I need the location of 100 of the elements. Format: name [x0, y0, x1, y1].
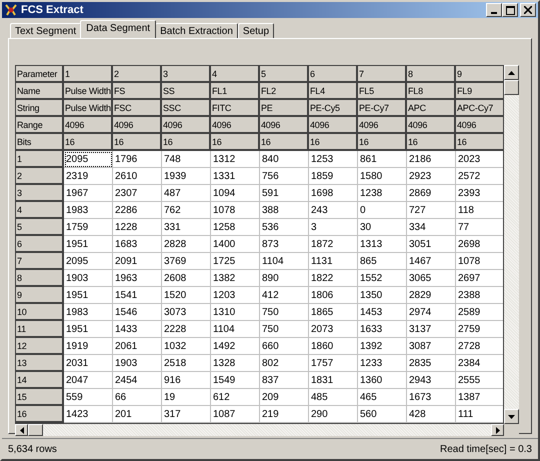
table-cell[interactable]: 1392 — [358, 338, 407, 355]
table-cell[interactable]: 1104 — [260, 253, 309, 270]
table-cell[interactable]: 1131 — [309, 253, 358, 270]
table-cell[interactable]: 428 — [407, 406, 456, 423]
table-cell[interactable]: 1865 — [309, 304, 358, 321]
table-cell[interactable]: 2091 — [113, 253, 162, 270]
table-cell[interactable]: 1683 — [113, 236, 162, 253]
table-cell[interactable]: 334 — [407, 219, 456, 236]
table-cell[interactable]: 2047 — [64, 372, 113, 389]
table-cell[interactable]: 2454 — [113, 372, 162, 389]
table-cell[interactable]: 2061 — [113, 338, 162, 355]
table-cell[interactable]: 219 — [260, 406, 309, 423]
scroll-thumb[interactable] — [28, 424, 43, 436]
table-cell[interactable]: 1963 — [113, 270, 162, 287]
table-cell[interactable]: 1313 — [358, 236, 407, 253]
table-cell[interactable]: 1467 — [407, 253, 456, 270]
table-cell[interactable]: 2186 — [407, 151, 456, 168]
table-cell[interactable]: 1796 — [113, 151, 162, 168]
table-cell[interactable]: 3087 — [407, 338, 456, 355]
table-cell[interactable]: 1382 — [211, 270, 260, 287]
table-cell[interactable]: 412 — [260, 287, 309, 304]
table-cell[interactable]: 2073 — [309, 321, 358, 338]
table-cell[interactable]: 536 — [260, 219, 309, 236]
tab[interactable]: Text Segment — [10, 23, 82, 38]
table-cell[interactable]: 1759 — [64, 219, 113, 236]
table-cell[interactable]: 756 — [260, 168, 309, 185]
table-cell[interactable]: 1520 — [162, 287, 211, 304]
table-cell[interactable]: 1549 — [211, 372, 260, 389]
table-cell[interactable]: 1492 — [211, 338, 260, 355]
table-cell[interactable]: 2923 — [407, 168, 456, 185]
table-cell[interactable]: 890 — [260, 270, 309, 287]
table-cell[interactable]: 1238 — [358, 185, 407, 202]
scroll-thumb[interactable] — [504, 80, 519, 95]
table-cell[interactable]: 1258 — [211, 219, 260, 236]
tab[interactable]: Data Segment — [80, 20, 156, 38]
table-cell[interactable]: 916 — [162, 372, 211, 389]
table-cell[interactable]: 1859 — [309, 168, 358, 185]
table-cell[interactable]: 290 — [309, 406, 358, 423]
table-cell[interactable]: 2319 — [64, 168, 113, 185]
table-cell[interactable]: 1822 — [309, 270, 358, 287]
horizontal-scrollbar[interactable] — [15, 424, 504, 436]
table-cell[interactable]: 559 — [64, 389, 113, 406]
table-cell[interactable]: 748 — [162, 151, 211, 168]
table-cell[interactable]: 2869 — [407, 185, 456, 202]
table-cell[interactable]: 1951 — [64, 236, 113, 253]
table-cell[interactable]: 0 — [358, 202, 407, 219]
table-cell[interactable]: 30 — [358, 219, 407, 236]
table-cell[interactable]: 2828 — [162, 236, 211, 253]
table-cell[interactable]: 2518 — [162, 355, 211, 372]
table-cell[interactable]: 2974 — [407, 304, 456, 321]
table-cell[interactable]: 1903 — [64, 270, 113, 287]
table-cell[interactable]: 612 — [211, 389, 260, 406]
table-cell[interactable]: 660 — [260, 338, 309, 355]
table-cell[interactable]: 1310 — [211, 304, 260, 321]
table-cell[interactable]: 1228 — [113, 219, 162, 236]
maximize-button[interactable] — [502, 3, 518, 17]
table-cell[interactable]: 591 — [260, 185, 309, 202]
table-cell[interactable]: 1453 — [358, 304, 407, 321]
table-cell[interactable]: 1806 — [309, 287, 358, 304]
table-cell[interactable]: 1939 — [162, 168, 211, 185]
table-cell[interactable]: 1400 — [211, 236, 260, 253]
table-cell[interactable]: 1698 — [309, 185, 358, 202]
vertical-scrollbar[interactable] — [504, 65, 519, 424]
table-cell[interactable]: 2608 — [162, 270, 211, 287]
table-cell[interactable]: 1872 — [309, 236, 358, 253]
table-cell[interactable]: 66 — [113, 389, 162, 406]
table-cell[interactable]: 1951 — [64, 287, 113, 304]
table-cell[interactable]: 1633 — [358, 321, 407, 338]
table-cell[interactable]: 2095 — [64, 151, 113, 168]
table-cell[interactable]: 750 — [260, 321, 309, 338]
table-cell[interactable]: 1423 — [64, 406, 113, 423]
table-cell[interactable]: 2943 — [407, 372, 456, 389]
table-cell[interactable]: 1831 — [309, 372, 358, 389]
table-cell[interactable]: 560 — [358, 406, 407, 423]
table-cell[interactable]: 2307 — [113, 185, 162, 202]
minimize-button[interactable] — [486, 3, 502, 17]
tab[interactable]: Setup — [238, 23, 274, 38]
table-cell[interactable]: 1541 — [113, 287, 162, 304]
table-cell[interactable]: 2835 — [407, 355, 456, 372]
table-cell[interactable]: 1580 — [358, 168, 407, 185]
table-cell[interactable]: 873 — [260, 236, 309, 253]
table-cell[interactable]: 1967 — [64, 185, 113, 202]
table-cell[interactable]: 1757 — [309, 355, 358, 372]
table-cell[interactable]: 485 — [309, 389, 358, 406]
table-cell[interactable]: 19 — [162, 389, 211, 406]
table-cell[interactable]: 2031 — [64, 355, 113, 372]
table-cell[interactable]: 1104 — [211, 321, 260, 338]
table-cell[interactable]: 1433 — [113, 321, 162, 338]
table-cell[interactable]: 840 — [260, 151, 309, 168]
table-cell[interactable]: 2610 — [113, 168, 162, 185]
table-cell[interactable]: 1032 — [162, 338, 211, 355]
table-cell[interactable]: 762 — [162, 202, 211, 219]
table-cell[interactable]: 1725 — [211, 253, 260, 270]
table-cell[interactable]: 3 — [309, 219, 358, 236]
table-cell[interactable]: 802 — [260, 355, 309, 372]
table-cell[interactable]: 201 — [113, 406, 162, 423]
table-cell[interactable]: 2829 — [407, 287, 456, 304]
table-cell[interactable]: 1078 — [211, 202, 260, 219]
table-cell[interactable]: 1860 — [309, 338, 358, 355]
table-cell[interactable]: 2228 — [162, 321, 211, 338]
